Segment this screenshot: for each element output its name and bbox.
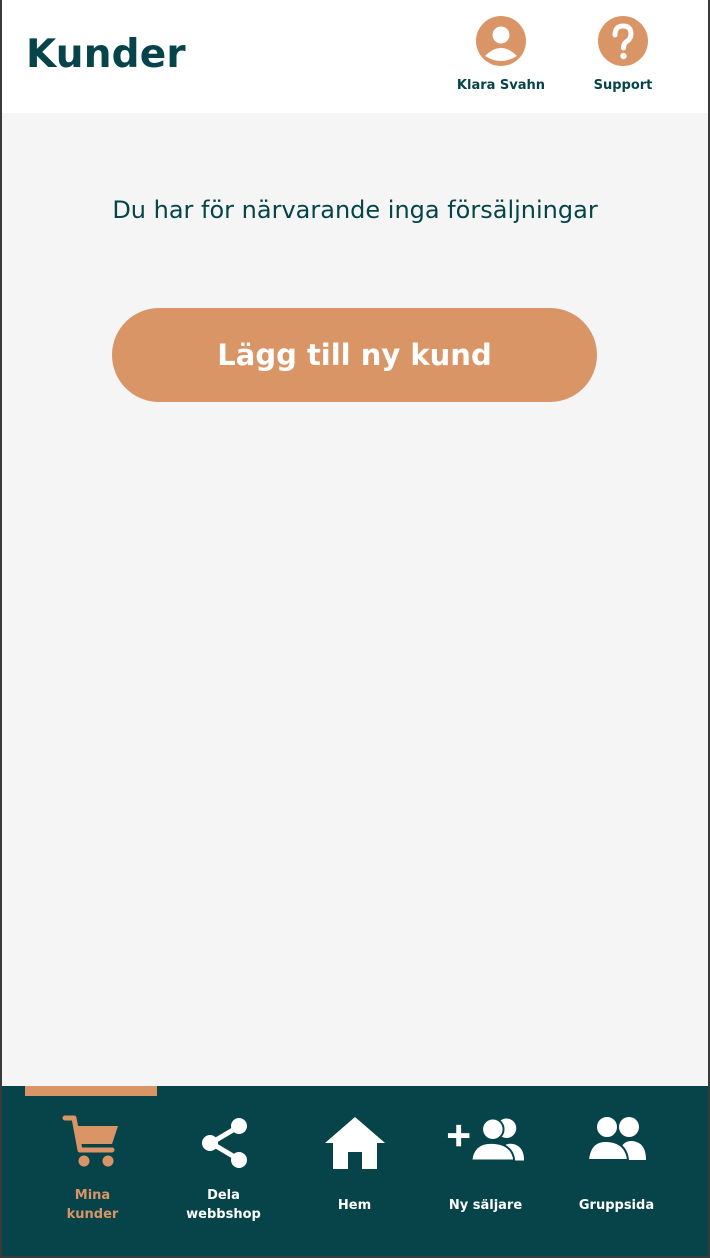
add-users-icon bbox=[446, 1114, 526, 1174]
app-frame: Kunder Klara Svahn Support Du har för nä… bbox=[2, 0, 708, 1256]
support-label: Support bbox=[593, 78, 653, 93]
profile-button[interactable]: Klara Svahn bbox=[446, 16, 556, 98]
nav-label: Hem bbox=[337, 1198, 372, 1213]
support-button[interactable]: Support bbox=[568, 16, 678, 98]
nav-item-share-webshop[interactable]: Dela webbshop bbox=[158, 1086, 289, 1256]
empty-state-message: Du har för närvarande inga försäljningar bbox=[112, 196, 598, 224]
header: Kunder Klara Svahn Support bbox=[2, 0, 708, 113]
page-title: Kunder bbox=[26, 32, 186, 77]
nav-label: Dela webbshop bbox=[186, 1188, 261, 1222]
nav-item-group-page[interactable]: Gruppsida bbox=[551, 1086, 682, 1256]
nav-label: Ny säljare bbox=[448, 1198, 523, 1213]
add-customer-button[interactable]: Lägg till ny kund bbox=[112, 308, 597, 402]
nav-item-new-seller[interactable]: Ny säljare bbox=[420, 1086, 551, 1256]
nav-label: Gruppsida bbox=[578, 1198, 655, 1213]
question-circle-icon bbox=[598, 16, 648, 66]
user-circle-icon bbox=[476, 16, 526, 66]
profile-name: Klara Svahn bbox=[456, 78, 546, 93]
bottom-navigation: Mina kunder Dela webbshop Hem Ny säljare… bbox=[2, 1086, 708, 1256]
nav-item-home[interactable]: Hem bbox=[289, 1086, 420, 1256]
share-icon bbox=[184, 1114, 264, 1174]
nav-label: Mina kunder bbox=[66, 1188, 119, 1222]
home-icon bbox=[315, 1114, 395, 1174]
group-icon bbox=[577, 1114, 657, 1174]
nav-item-my-customers[interactable]: Mina kunder bbox=[27, 1086, 158, 1256]
cart-icon bbox=[53, 1114, 133, 1174]
